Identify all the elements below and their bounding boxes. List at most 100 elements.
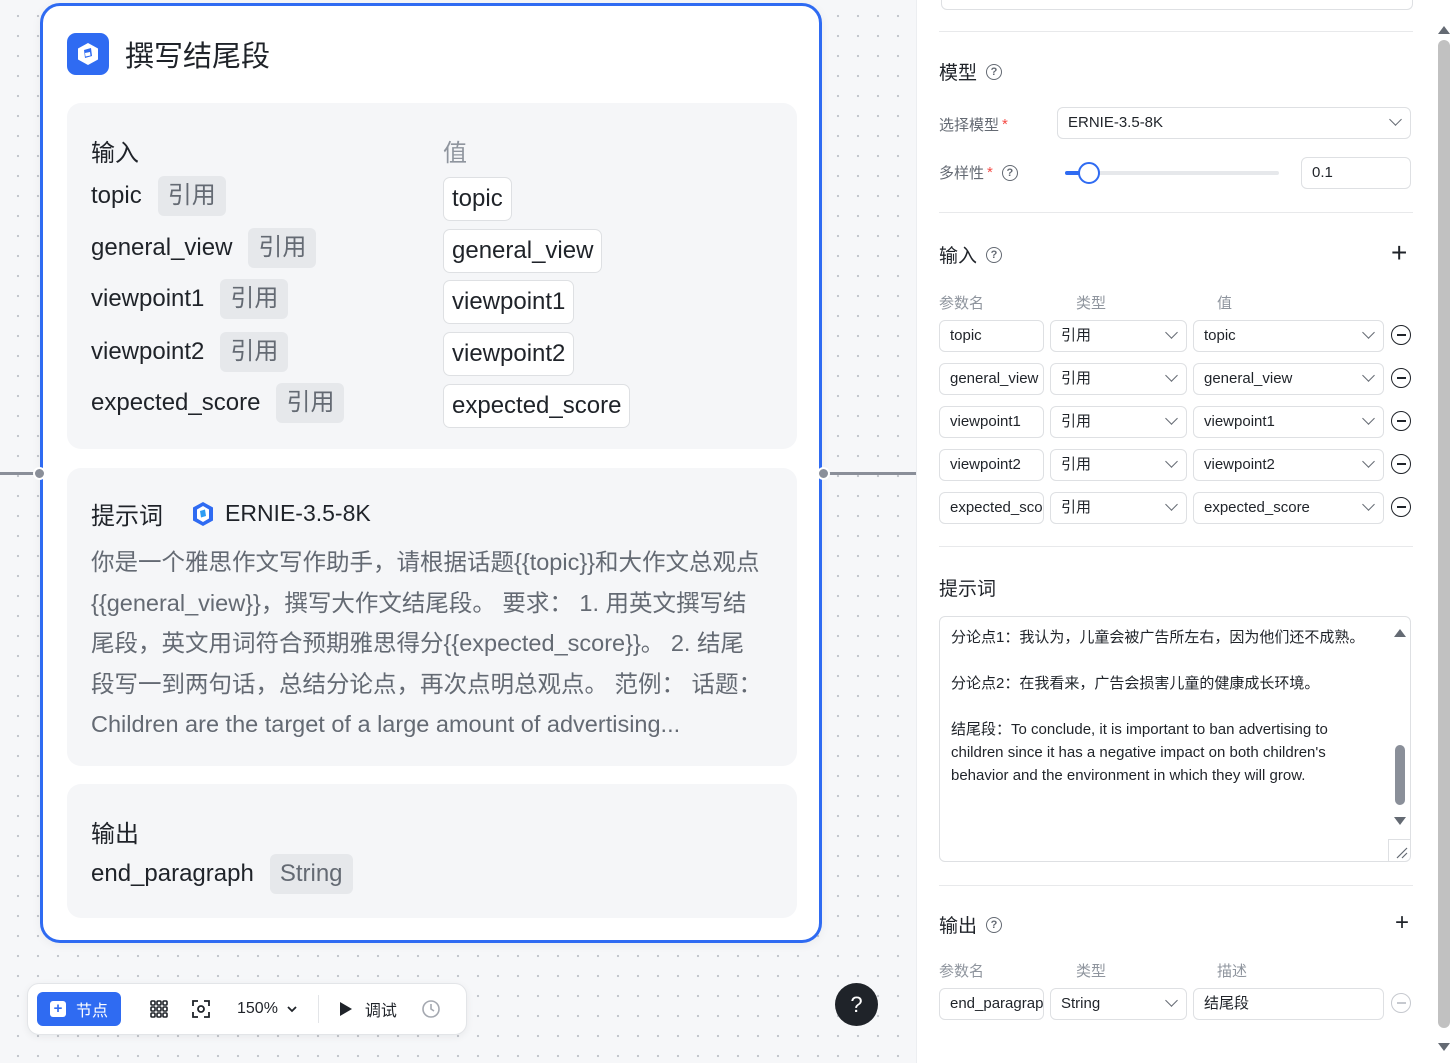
diversity-label: 多样性 * ? bbox=[939, 162, 1018, 183]
param-type-select[interactable]: 引用 bbox=[1050, 406, 1187, 438]
param-name-input[interactable]: viewpoint1 bbox=[939, 406, 1044, 438]
output-name-value: end_paragraph bbox=[950, 995, 1044, 1012]
question-circle-icon[interactable]: ? bbox=[986, 916, 1003, 933]
output-type-value: String bbox=[1061, 995, 1101, 1012]
input-type-tag: 引用 bbox=[220, 279, 289, 319]
param-value-select[interactable]: viewpoint1 bbox=[1193, 406, 1384, 438]
param-name-input[interactable]: topic bbox=[939, 320, 1044, 352]
chevron-down-icon bbox=[1362, 369, 1375, 382]
slider-thumb[interactable] bbox=[1077, 162, 1100, 184]
param-type-select[interactable]: 引用 bbox=[1050, 320, 1187, 352]
output-type-tag: String bbox=[269, 854, 353, 894]
diversity-slider[interactable] bbox=[1065, 162, 1279, 184]
scroll-up-icon[interactable] bbox=[1394, 629, 1406, 637]
model-section-title: 模型 ? bbox=[939, 58, 1003, 85]
model-select[interactable]: ERNIE-3.5-8K bbox=[1057, 107, 1411, 139]
node-prompt-section: 提示词 ERNIE-3.5-8K 你是一个雅思作文写作助手，请根据话题{{top… bbox=[67, 468, 797, 766]
param-value-select[interactable]: expected_score bbox=[1193, 492, 1384, 524]
textarea-scrollbar-thumb[interactable] bbox=[1395, 745, 1405, 805]
page-scroll-up-icon[interactable] bbox=[1438, 26, 1450, 34]
output-title-text: 输出 bbox=[939, 916, 978, 937]
chevron-down-icon bbox=[1362, 326, 1375, 339]
add-node-label: 节点 bbox=[75, 1003, 108, 1020]
chevron-down-icon bbox=[1165, 326, 1178, 339]
chevron-down-icon bbox=[1362, 412, 1375, 425]
chevron-down-icon bbox=[1165, 369, 1178, 382]
col-value-header: 值 bbox=[1217, 295, 1233, 312]
zoom-select[interactable]: 150% bbox=[237, 1000, 298, 1018]
output-name: end_paragraph bbox=[91, 860, 254, 887]
output-desc-input[interactable]: 结尾段 bbox=[1193, 988, 1384, 1020]
prompt-section-title: 提示词 bbox=[939, 574, 996, 601]
previous-field[interactable] bbox=[941, 0, 1413, 10]
edge-outgoing bbox=[823, 472, 916, 475]
add-input-plus-icon[interactable]: + bbox=[1391, 239, 1407, 267]
zoom-level: 150% bbox=[237, 1000, 278, 1017]
prompt-header: 提示词 ERNIE-3.5-8K bbox=[91, 496, 371, 531]
param-name-input[interactable]: expected_score bbox=[939, 492, 1044, 524]
diversity-label-text: 多样性 bbox=[939, 165, 985, 182]
question-circle-icon[interactable]: ? bbox=[986, 246, 1003, 263]
llm-node-card[interactable]: 撰写结尾段 输入 值 topic 引用 topic general_view 引… bbox=[40, 3, 822, 943]
param-value-select[interactable]: viewpoint2 bbox=[1193, 449, 1384, 481]
output-type-select[interactable]: String bbox=[1050, 988, 1187, 1020]
help-button[interactable]: ? bbox=[835, 983, 878, 1026]
param-value-value: general_view bbox=[1204, 370, 1293, 387]
input-type-tag: 引用 bbox=[248, 228, 317, 268]
param-name-input[interactable]: general_view bbox=[939, 363, 1044, 395]
toolbar-divider bbox=[317, 995, 319, 1023]
config-panel: 模型 ? 选择模型 * ERNIE-3.5-8K 多样性 * ? 0.1 输入 ? … bbox=[916, 0, 1456, 1063]
help-icon: ? bbox=[850, 991, 863, 1017]
input-type-tag: 引用 bbox=[276, 383, 345, 423]
divider bbox=[939, 212, 1413, 213]
output-port[interactable] bbox=[817, 467, 830, 480]
input-heading: 输入 bbox=[91, 140, 139, 167]
input-value: topic bbox=[443, 177, 512, 221]
node-header: 撰写结尾段 bbox=[67, 33, 270, 75]
input-row: viewpoint1 引用 bbox=[91, 278, 289, 320]
output-name-input[interactable]: end_paragraph bbox=[939, 988, 1044, 1020]
param-value-select[interactable]: topic bbox=[1193, 320, 1384, 352]
param-type-value: 引用 bbox=[1061, 499, 1092, 516]
workflow-canvas[interactable]: 撰写结尾段 输入 值 topic 引用 topic general_view 引… bbox=[0, 0, 916, 1063]
chevron-down-icon bbox=[1362, 498, 1375, 511]
param-type-select[interactable]: 引用 bbox=[1050, 492, 1187, 524]
scroll-down-icon[interactable] bbox=[1394, 817, 1406, 825]
chevron-down-icon bbox=[1165, 412, 1178, 425]
minus-circle-icon[interactable] bbox=[1391, 993, 1411, 1013]
col-type-header: 类型 bbox=[1076, 295, 1107, 312]
param-type-value: 引用 bbox=[1061, 370, 1092, 387]
minus-circle-icon[interactable] bbox=[1391, 497, 1411, 517]
node-title: 撰写结尾段 bbox=[125, 41, 271, 73]
page-scrollbar-thumb[interactable] bbox=[1438, 40, 1450, 1028]
question-circle-icon[interactable]: ? bbox=[1001, 164, 1018, 181]
debug-button[interactable]: 调试 bbox=[339, 997, 397, 1021]
param-type-select[interactable]: 引用 bbox=[1050, 449, 1187, 481]
input-type-tag: 引用 bbox=[220, 332, 289, 372]
page-scroll-down-icon[interactable] bbox=[1438, 1043, 1450, 1051]
minus-circle-icon[interactable] bbox=[1391, 454, 1411, 474]
play-icon bbox=[339, 1002, 352, 1016]
param-type-value: 引用 bbox=[1061, 413, 1092, 430]
resize-handle-icon[interactable] bbox=[1388, 839, 1410, 861]
minus-circle-icon[interactable] bbox=[1391, 368, 1411, 388]
plus-square-icon: + bbox=[49, 1001, 66, 1017]
node-logo-icon bbox=[67, 33, 109, 75]
question-circle-icon[interactable]: ? bbox=[986, 63, 1003, 80]
input-row: viewpoint2 引用 bbox=[91, 331, 289, 373]
param-type-select[interactable]: 引用 bbox=[1050, 363, 1187, 395]
history-icon[interactable] bbox=[421, 999, 441, 1019]
input-port[interactable] bbox=[33, 467, 46, 480]
prompt-textarea[interactable]: 分论点1：我认为，儿童会被广告所左右，因为他们还不成熟。 分论点2：在我看来，广… bbox=[939, 616, 1411, 862]
param-name-input[interactable]: viewpoint2 bbox=[939, 449, 1044, 481]
minus-circle-icon[interactable] bbox=[1391, 325, 1411, 345]
input-name: expected_score bbox=[91, 389, 261, 416]
diversity-input[interactable]: 0.1 bbox=[1301, 157, 1411, 189]
minus-circle-icon[interactable] bbox=[1391, 411, 1411, 431]
grid-icon[interactable] bbox=[149, 999, 169, 1019]
output-row: end_paragraph String bbox=[91, 854, 353, 894]
fit-view-icon[interactable] bbox=[191, 999, 211, 1019]
add-output-plus-icon[interactable]: + bbox=[1395, 911, 1409, 935]
param-value-select[interactable]: general_view bbox=[1193, 363, 1384, 395]
add-node-button[interactable]: + 节点 bbox=[37, 992, 121, 1026]
